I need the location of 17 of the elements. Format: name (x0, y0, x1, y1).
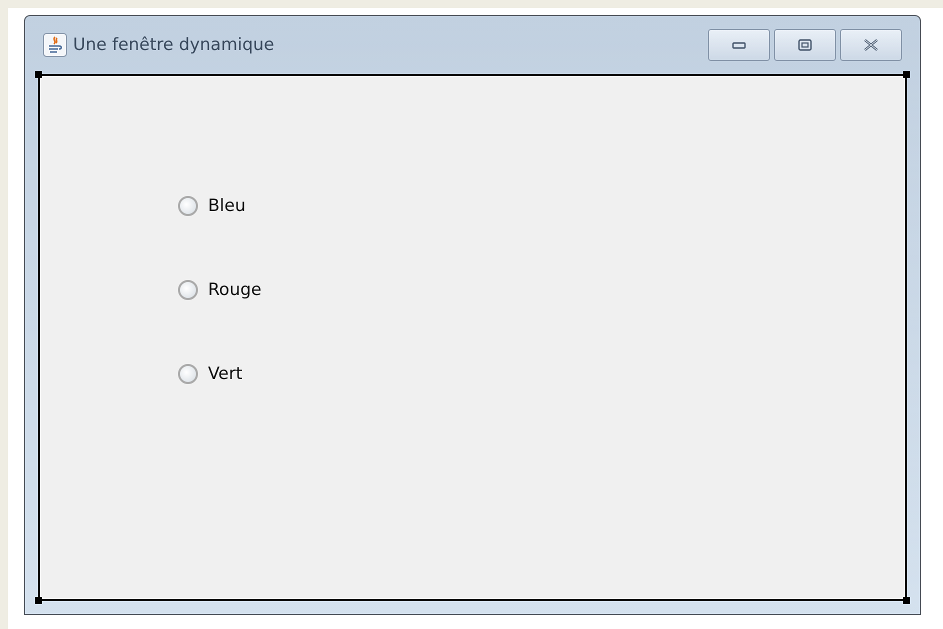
resize-handle (35, 597, 42, 604)
resize-handle (903, 71, 910, 78)
maximize-button[interactable] (774, 29, 836, 61)
window-title: Une fenêtre dynamique (73, 35, 274, 55)
maximize-icon (798, 39, 812, 51)
cup-icon (43, 33, 67, 57)
radio-button[interactable] (178, 280, 198, 300)
radio-button[interactable] (178, 364, 198, 384)
radio-button[interactable] (178, 196, 198, 216)
close-icon (863, 39, 879, 51)
close-button[interactable] (840, 29, 902, 61)
radio-option[interactable]: Bleu (178, 196, 246, 216)
radio-option[interactable]: Rouge (178, 280, 262, 300)
minimize-icon (732, 41, 746, 49)
radio-option[interactable]: Vert (178, 364, 242, 384)
resize-handle (35, 71, 42, 78)
resize-handle (903, 597, 910, 604)
